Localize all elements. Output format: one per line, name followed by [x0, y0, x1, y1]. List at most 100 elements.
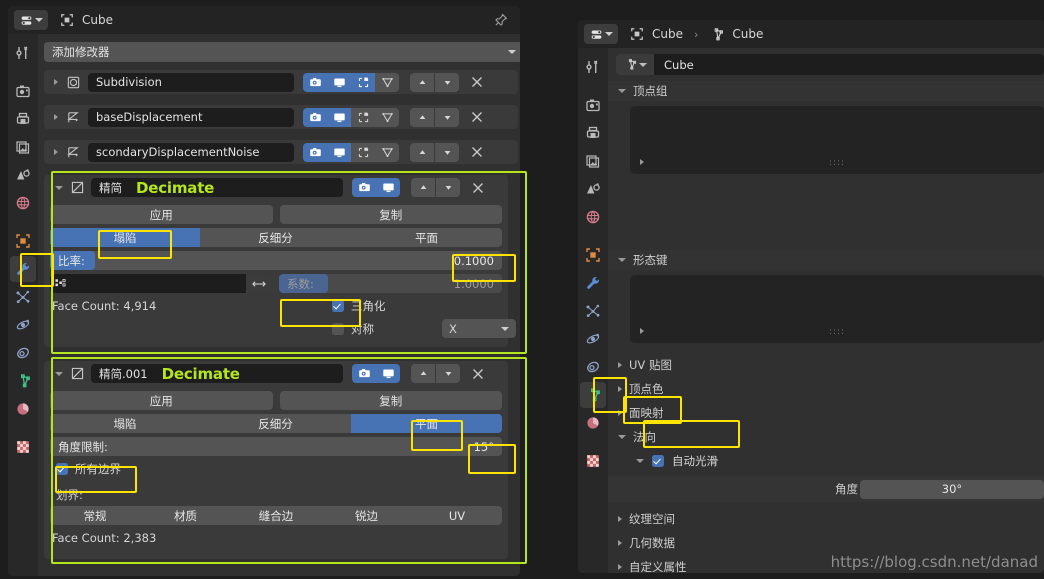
mesh-datablock-selector[interactable]: Cube	[616, 54, 1044, 75]
toggle-oncage-icon[interactable]	[375, 107, 399, 127]
modifier-name-field[interactable]: scondaryDisplacementNoise	[88, 142, 294, 162]
sidebar-item-tool[interactable]	[580, 54, 606, 80]
modifier-name-field[interactable]: Subdivision	[88, 72, 294, 92]
symmetry-axis-dropdown[interactable]: X	[442, 319, 516, 338]
sidebar-item-output[interactable]	[580, 120, 606, 146]
move-up-button[interactable]	[410, 72, 434, 92]
section-header-texture-space[interactable]: 纹理空间	[608, 507, 1044, 531]
add-modifier-dropdown[interactable]: 添加修改器	[44, 42, 520, 62]
sidebar-item-world[interactable]	[10, 190, 36, 216]
delimit-sharp-button[interactable]: 锐边	[321, 506, 412, 525]
sidebar-item-data-mesh[interactable]	[10, 368, 36, 394]
modifier-name-field[interactable]: 精简 Decimate	[91, 178, 343, 197]
toggle-render-icon[interactable]	[352, 364, 376, 383]
decimate-panel-header[interactable]: 精简 Decimate	[44, 175, 508, 200]
decimate-panel-header[interactable]: 精简.001 Decimate	[44, 361, 508, 386]
shape-keys-list[interactable]: ::::	[630, 275, 1044, 343]
collapse-triangle-icon[interactable]	[636, 459, 644, 463]
toggle-render-icon[interactable]	[303, 107, 327, 127]
sidebar-item-world[interactable]	[580, 204, 606, 230]
properties-editor-icon[interactable]	[14, 10, 48, 30]
checkbox-box[interactable]	[652, 455, 664, 467]
section-header-vertex-colors[interactable]: 顶点色	[608, 377, 1044, 401]
properties-editor-icon[interactable]	[584, 24, 618, 44]
vertex-group-field[interactable]	[50, 274, 246, 293]
modifier-name-field[interactable]: baseDisplacement	[88, 107, 294, 127]
delimit-uv-button[interactable]: UV	[412, 506, 502, 525]
delimit-normal-button[interactable]: 常规	[50, 506, 140, 525]
modifier-name-field[interactable]: 精简.001 Decimate	[91, 364, 343, 383]
resize-grip-icon[interactable]: ::::	[829, 158, 845, 168]
expand-triangle-icon[interactable]	[54, 114, 58, 120]
toggle-realtime-icon[interactable]	[327, 142, 351, 162]
modifier-row[interactable]: scondaryDisplacementNoise	[44, 140, 518, 164]
duplicate-button[interactable]: 复制	[279, 391, 502, 410]
move-up-button[interactable]	[410, 107, 434, 127]
sidebar-item-render[interactable]	[10, 78, 36, 104]
sidebar-item-object[interactable]	[10, 228, 36, 254]
toggle-realtime-icon[interactable]	[376, 178, 400, 197]
datablock-type-button[interactable]	[616, 54, 654, 75]
move-up-button[interactable]	[410, 142, 434, 162]
all-boundaries-checkbox[interactable]: 所有边界	[56, 461, 121, 477]
auto-smooth-angle-slider[interactable]: 30°	[860, 479, 1044, 499]
delete-modifier-button[interactable]	[470, 182, 486, 194]
delete-modifier-button[interactable]	[469, 146, 485, 158]
invert-vertex-group-button[interactable]	[246, 274, 272, 293]
toggle-render-icon[interactable]	[352, 178, 376, 197]
sidebar-item-physics[interactable]	[580, 326, 606, 352]
toggle-realtime-icon[interactable]	[327, 107, 351, 127]
sidebar-item-output[interactable]	[10, 106, 36, 132]
delimit-seam-button[interactable]: 缝合边	[231, 506, 321, 525]
vertex-groups-list[interactable]: ::::	[630, 106, 1044, 174]
toggle-editmode-icon[interactable]	[351, 142, 375, 162]
sidebar-item-render[interactable]	[580, 92, 606, 118]
section-header-uv-maps[interactable]: UV 贴图	[608, 353, 1044, 377]
delimit-material-button[interactable]: 材质	[140, 506, 231, 525]
sidebar-item-constraints[interactable]	[10, 340, 36, 366]
mode-planar-button[interactable]: 平面	[351, 414, 502, 433]
sidebar-item-material[interactable]	[10, 396, 36, 422]
duplicate-button[interactable]: 复制	[279, 205, 502, 224]
expand-triangle-icon[interactable]	[640, 328, 644, 334]
checkbox-box[interactable]	[56, 463, 68, 475]
sidebar-item-tool[interactable]	[10, 40, 36, 66]
mode-collapse-button[interactable]: 塌陷	[50, 228, 200, 247]
expand-triangle-icon[interactable]	[54, 79, 58, 85]
expand-triangle-icon[interactable]	[54, 149, 58, 155]
delete-modifier-button[interactable]	[469, 76, 485, 88]
sidebar-item-physics[interactable]	[10, 312, 36, 338]
resize-grip-icon[interactable]: ::::	[829, 327, 845, 337]
sidebar-item-constraints[interactable]	[580, 354, 606, 380]
delete-modifier-button[interactable]	[469, 111, 485, 123]
mode-unsubdivide-button[interactable]: 反细分	[200, 414, 351, 433]
sidebar-item-particles[interactable]	[10, 284, 36, 310]
triangulate-checkbox[interactable]: 三角化	[332, 298, 386, 314]
expand-triangle-icon[interactable]	[640, 159, 644, 165]
auto-smooth-checkbox-row[interactable]: 自动光滑	[636, 449, 1044, 473]
move-down-button[interactable]	[435, 72, 459, 92]
toggle-render-icon[interactable]	[303, 72, 327, 92]
toggle-realtime-icon[interactable]	[327, 72, 351, 92]
modifier-row[interactable]: baseDisplacement	[44, 105, 518, 129]
toggle-oncage-icon[interactable]	[375, 72, 399, 92]
toggle-render-icon[interactable]	[303, 142, 327, 162]
sidebar-item-texture[interactable]	[10, 434, 36, 460]
modifier-row[interactable]: Subdivision	[44, 70, 518, 94]
angle-limit-slider[interactable]: 角度限制: 15°	[50, 437, 502, 456]
move-up-button[interactable]	[411, 364, 435, 383]
toggle-editmode-icon[interactable]	[351, 107, 375, 127]
section-header-shape-keys[interactable]: 形态键	[608, 250, 1044, 270]
section-header-vertex-groups[interactable]: 顶点组	[608, 81, 1044, 101]
sidebar-item-modifier[interactable]	[10, 256, 36, 282]
apply-button[interactable]: 应用	[50, 391, 273, 410]
sidebar-item-object[interactable]	[580, 242, 606, 268]
move-down-button[interactable]	[436, 364, 460, 383]
sidebar-item-modifier[interactable]	[580, 270, 606, 296]
pin-icon[interactable]	[493, 13, 508, 28]
collapse-triangle-icon[interactable]	[55, 185, 63, 190]
mode-unsubdivide-button[interactable]: 反细分	[200, 228, 351, 247]
sidebar-item-view-layer[interactable]	[580, 148, 606, 174]
checkbox-box[interactable]	[332, 323, 344, 335]
sidebar-item-particles[interactable]	[580, 298, 606, 324]
